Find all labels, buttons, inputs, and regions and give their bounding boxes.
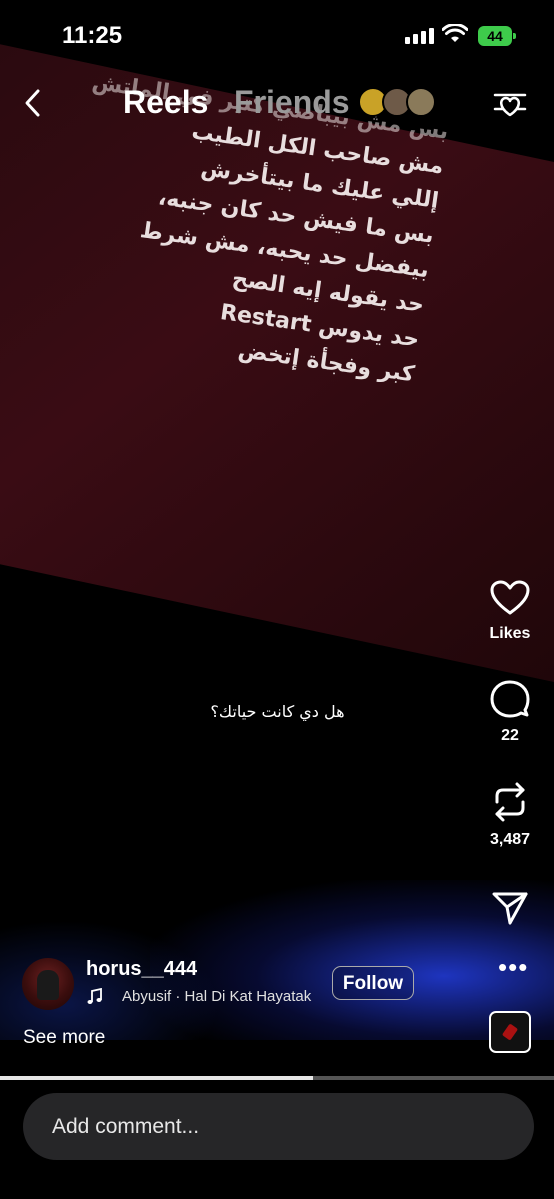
status-time: 11:25 <box>62 22 123 49</box>
music-track[interactable]: Abyusif · Hal Di Kat Hayatak <box>122 988 314 1005</box>
heart-icon <box>490 580 530 615</box>
comments-count: 22 <box>501 727 519 744</box>
likes-label: Likes <box>489 625 531 642</box>
like-button[interactable]: Likes <box>470 580 550 643</box>
share-button[interactable] <box>470 890 550 931</box>
back-icon[interactable] <box>20 88 46 118</box>
share-icon <box>492 892 528 925</box>
tab-friends[interactable]: Friends <box>234 84 350 121</box>
username[interactable]: horus__444 <box>86 958 197 981</box>
cellular-signal-icon <box>405 28 434 44</box>
see-more-link[interactable]: See more <box>23 1027 105 1049</box>
battery-level: 44 <box>487 28 503 44</box>
repost-icon <box>495 782 525 822</box>
comment-icon <box>490 680 530 718</box>
comment-button[interactable]: 22 <box>470 680 550 745</box>
reels-header: Reels Friends <box>0 78 554 130</box>
avatar <box>406 87 436 117</box>
comment-bar: Add comment... <box>0 1080 554 1199</box>
friends-avatars[interactable] <box>358 87 436 117</box>
status-bar: 11:25 44 <box>0 0 554 70</box>
wifi-icon <box>442 24 468 42</box>
video-caption-overlay: هل دي كانت حياتك؟ <box>210 702 345 721</box>
more-icon[interactable]: ••• <box>498 954 528 980</box>
follow-button[interactable]: Follow <box>332 966 414 1000</box>
tab-reels[interactable]: Reels <box>123 84 208 121</box>
audio-thumbnail[interactable] <box>489 1011 531 1053</box>
avatar[interactable] <box>22 958 74 1010</box>
filter-icon[interactable] <box>492 86 528 118</box>
music-note-icon <box>87 988 102 1004</box>
battery-icon: 44 <box>478 26 516 46</box>
repost-button[interactable]: 3,487 <box>470 782 550 849</box>
comment-input[interactable]: Add comment... <box>23 1093 534 1160</box>
reposts-count: 3,487 <box>489 831 531 848</box>
